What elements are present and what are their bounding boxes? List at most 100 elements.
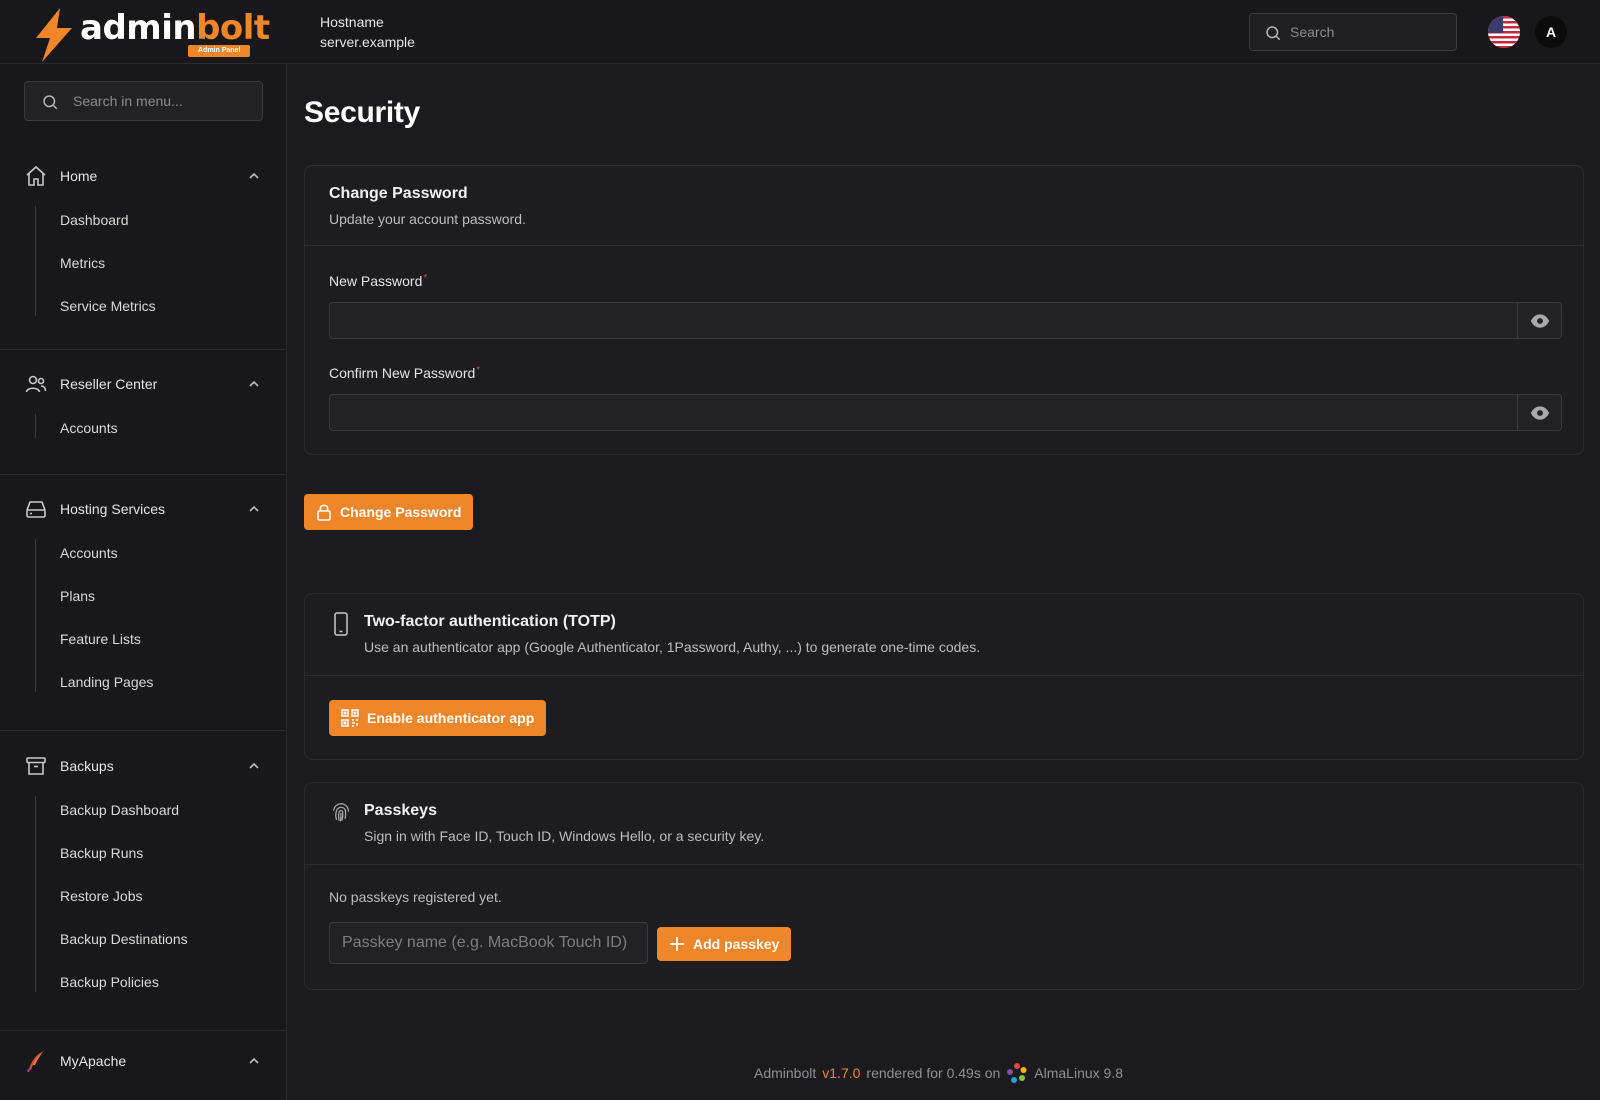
footer-os: AlmaLinux 9.8 xyxy=(1034,1065,1123,1081)
menu-search-input[interactable] xyxy=(73,82,253,120)
home-icon xyxy=(26,165,46,186)
hostname-block: Hostname server.example xyxy=(320,12,415,52)
brand-name: adminbolt xyxy=(80,8,270,48)
sidebar-group-myapache[interactable]: MyApache xyxy=(24,1047,264,1075)
sidebar-group-label: Hosting Services xyxy=(60,501,166,517)
sidebar-group-home[interactable]: Home xyxy=(24,162,264,190)
sidebar-group-label: Home xyxy=(60,168,98,184)
sidebar-group-reseller-center[interactable]: Reseller Center xyxy=(24,370,264,398)
toggle-visibility-button[interactable] xyxy=(1517,303,1561,338)
search-icon xyxy=(43,95,58,110)
bolt-icon xyxy=(36,8,72,62)
button-label: Change Password xyxy=(340,504,462,520)
card-divider xyxy=(305,675,1583,676)
brand-badge: Admin Panel xyxy=(188,45,251,57)
avatar[interactable]: A xyxy=(1535,16,1567,48)
chevron-up-icon xyxy=(249,1057,259,1064)
sidebar-item-dashboard[interactable]: Dashboard xyxy=(60,212,129,228)
card-title: Two-factor authentication (TOTP) xyxy=(364,613,616,630)
sidebar-divider xyxy=(0,349,286,350)
footer: Adminbolt v1.7.0 rendered for 0.49s on A… xyxy=(754,1062,1123,1084)
card-description: Sign in with Face ID, Touch ID, Windows … xyxy=(364,828,765,844)
archive-icon xyxy=(26,757,46,775)
sidebar-item-backup-dashboard[interactable]: Backup Dashboard xyxy=(60,802,179,818)
footer-product: Adminbolt xyxy=(754,1065,817,1081)
sidebar-group-backups[interactable]: Backups xyxy=(24,752,264,780)
change-password-card: Change Password Update your account pass… xyxy=(304,165,1584,455)
new-password-label: New Password* xyxy=(329,273,428,289)
hostname-value: server.example xyxy=(320,34,415,50)
button-label: Add passkey xyxy=(693,936,780,952)
hostname-label: Hostname xyxy=(320,14,384,30)
brand-logo[interactable]: adminbolt Admin Panel xyxy=(30,6,270,62)
sidebar-divider xyxy=(0,730,286,731)
confirm-password-input[interactable] xyxy=(330,395,1518,430)
sidebar-item-hosting-accounts[interactable]: Accounts xyxy=(60,545,118,561)
sidebar-item-feature-lists[interactable]: Feature Lists xyxy=(60,631,141,647)
enable-authenticator-button[interactable]: Enable authenticator app xyxy=(329,700,547,736)
card-description: Use an authenticator app (Google Authent… xyxy=(364,639,981,655)
card-divider xyxy=(305,864,1583,865)
chevron-up-icon xyxy=(249,172,259,179)
submenu-line xyxy=(35,796,36,992)
search-icon xyxy=(1266,26,1281,41)
card-divider xyxy=(305,245,1583,246)
qr-code-icon xyxy=(341,709,359,727)
toggle-visibility-button[interactable] xyxy=(1517,395,1561,430)
footer-render-text: rendered for 0.49s on xyxy=(866,1065,1001,1081)
menu-search[interactable] xyxy=(24,81,263,121)
sidebar-group-label: Backups xyxy=(60,758,114,774)
card-title: Change Password xyxy=(329,185,468,202)
us-flag-icon[interactable] xyxy=(1488,16,1520,48)
sidebar-group-hosting-services[interactable]: Hosting Services xyxy=(24,495,264,523)
sidebar-group-label: MyApache xyxy=(60,1053,127,1069)
sidebar-item-backup-policies[interactable]: Backup Policies xyxy=(60,974,159,990)
sidebar-item-landing-pages[interactable]: Landing Pages xyxy=(60,674,153,690)
page-title: Security xyxy=(304,96,420,129)
sidebar-group-label: Reseller Center xyxy=(60,376,158,392)
submenu-line xyxy=(35,206,36,316)
global-search-input[interactable] xyxy=(1290,14,1450,50)
smartphone-icon xyxy=(334,612,348,636)
add-passkey-button[interactable]: Add passkey xyxy=(657,927,792,961)
top-bar: adminbolt Admin Panel Hostname server.ex… xyxy=(0,0,1600,64)
submenu-line xyxy=(35,414,36,438)
submenu-line xyxy=(35,539,36,692)
totp-card: Two-factor authentication (TOTP) Use an … xyxy=(304,593,1584,760)
new-password-input[interactable] xyxy=(330,303,1518,338)
sidebar-item-plans[interactable]: Plans xyxy=(60,588,95,604)
sidebar: Home Dashboard Metrics Service Metrics R… xyxy=(0,64,287,1100)
almalinux-logo-icon xyxy=(1007,1063,1027,1083)
footer-version[interactable]: v1.7.0 xyxy=(822,1065,860,1081)
sidebar-item-backup-destinations[interactable]: Backup Destinations xyxy=(60,931,188,947)
sidebar-item-restore-jobs[interactable]: Restore Jobs xyxy=(60,888,142,904)
new-password-field[interactable] xyxy=(329,302,1562,339)
server-icon xyxy=(26,501,46,518)
lock-icon xyxy=(317,504,331,521)
confirm-password-label: Confirm New Password* xyxy=(329,365,481,381)
sidebar-divider xyxy=(0,474,286,475)
passkey-name-input[interactable] xyxy=(329,922,648,964)
global-search[interactable] xyxy=(1249,13,1457,51)
button-label: Enable authenticator app xyxy=(367,710,535,726)
passkeys-empty-text: No passkeys registered yet. xyxy=(329,889,502,905)
chevron-up-icon xyxy=(249,505,259,512)
passkeys-card: Passkeys Sign in with Face ID, Touch ID,… xyxy=(304,782,1584,990)
apache-feather-icon xyxy=(27,1051,44,1073)
card-description: Update your account password. xyxy=(329,211,526,227)
confirm-password-field[interactable] xyxy=(329,394,1562,431)
eye-icon xyxy=(1530,405,1549,420)
eye-icon xyxy=(1530,313,1549,328)
chevron-up-icon xyxy=(249,380,259,387)
change-password-button[interactable]: Change Password xyxy=(304,494,474,530)
sidebar-item-metrics[interactable]: Metrics xyxy=(60,255,105,271)
plus-icon xyxy=(670,937,684,951)
sidebar-item-service-metrics[interactable]: Service Metrics xyxy=(60,298,156,314)
fingerprint-icon xyxy=(333,803,349,822)
sidebar-item-reseller-accounts[interactable]: Accounts xyxy=(60,420,118,436)
sidebar-divider xyxy=(0,1030,286,1031)
sidebar-item-backup-runs[interactable]: Backup Runs xyxy=(60,845,143,861)
users-icon xyxy=(25,375,47,393)
chevron-up-icon xyxy=(249,762,259,769)
card-title: Passkeys xyxy=(364,802,437,819)
